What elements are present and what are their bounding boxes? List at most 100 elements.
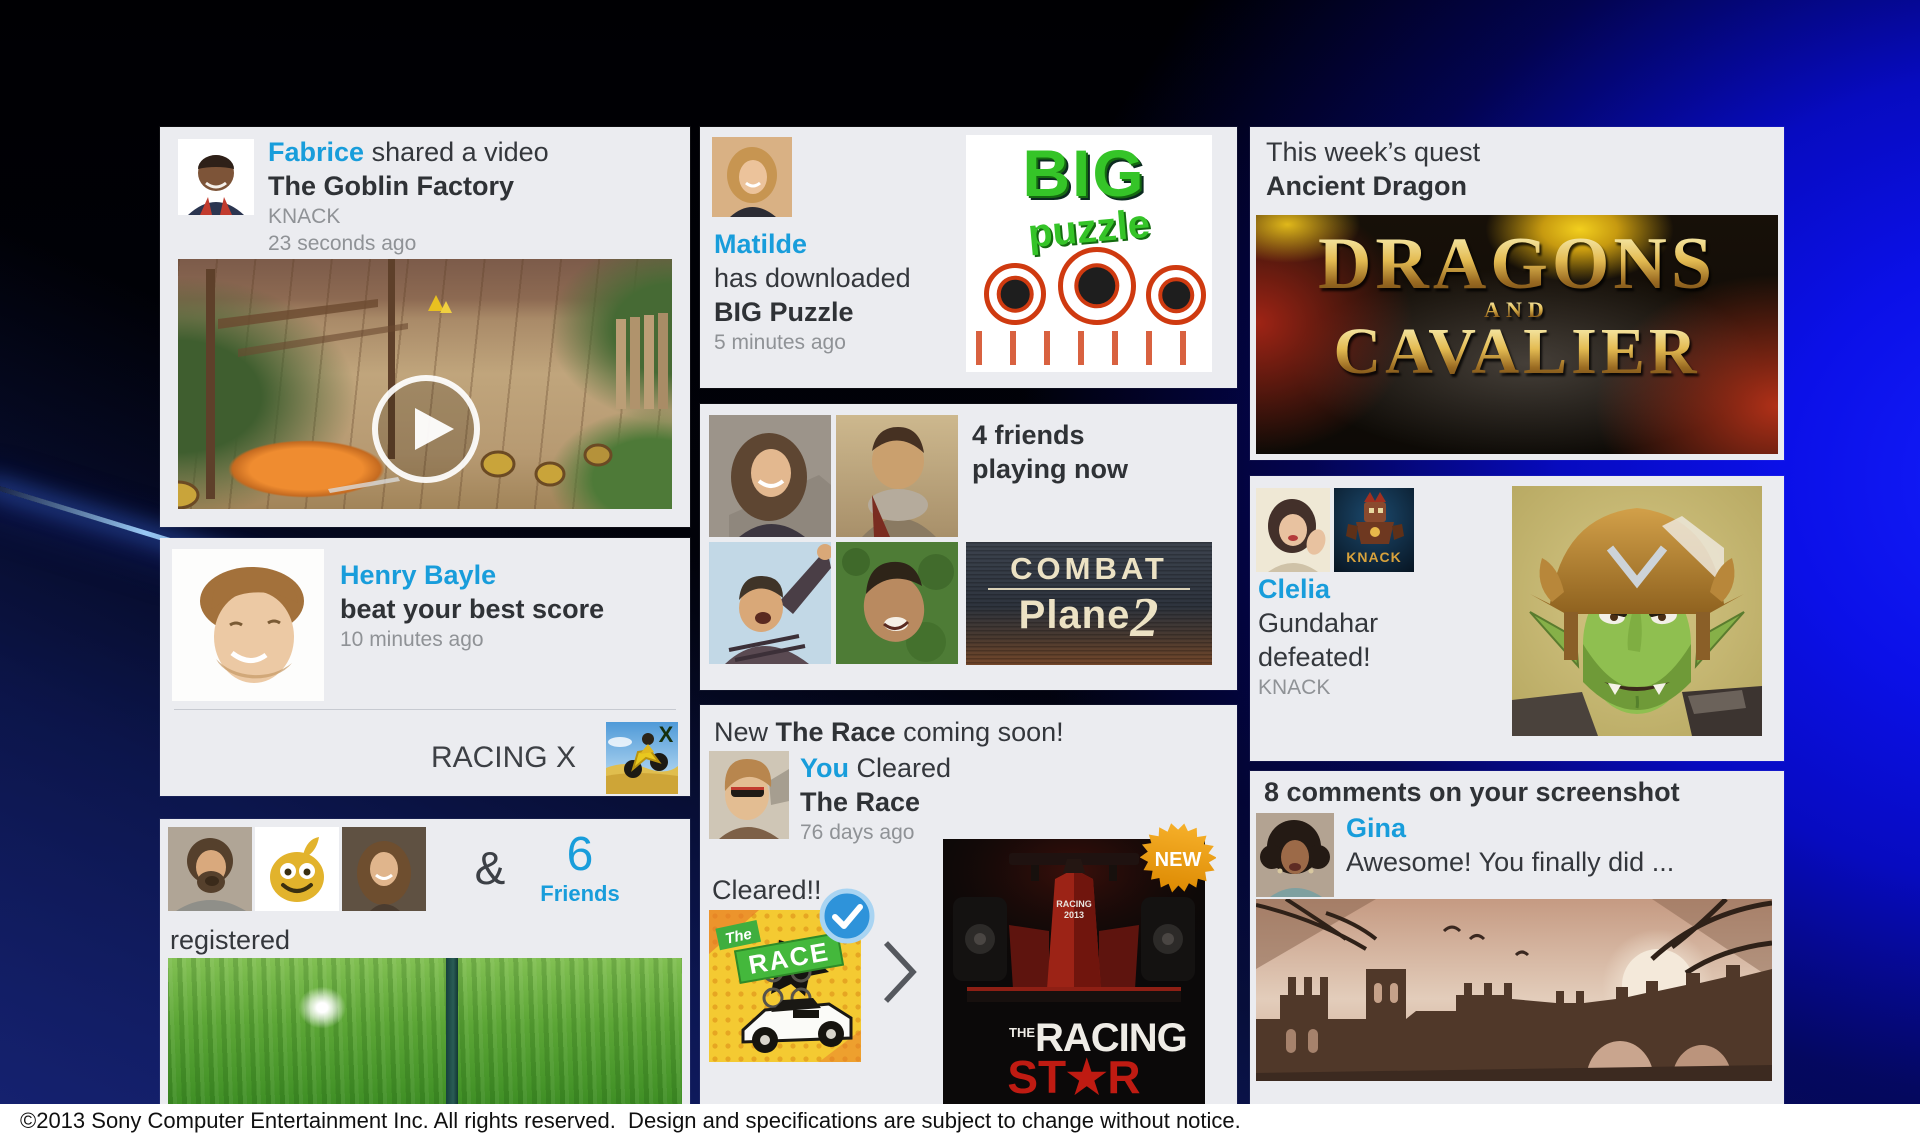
activity-card-screenshot-comments[interactable]: 8 comments on your screenshot Gina Aweso… <box>1250 771 1784 1104</box>
new-badge: NEW <box>1140 821 1216 897</box>
gina-comment: Awesome! You finally did ... <box>1346 845 1776 879</box>
clelia-game: KNACK <box>1258 674 1378 701</box>
flag-pole <box>446 958 458 1104</box>
new-badge-text: NEW <box>1155 849 1202 871</box>
activity-card-clelia-defeated[interactable]: KNACK Clelia Gundahar defeated! KNACK <box>1250 476 1784 761</box>
screenshot-castle-image <box>1256 899 1772 1081</box>
activity-card-friends-registered[interactable]: & 6 Friends registered <box>160 819 690 1104</box>
playing-avatar-grid <box>709 415 958 664</box>
henry-avatar <box>172 549 324 701</box>
combat-plane-2-logo: COMBAT Plane2 <box>966 542 1212 665</box>
fabrice-avatar <box>178 139 254 215</box>
poster-star: ST★R <box>1007 1051 1140 1103</box>
clelia-line2: defeated! <box>1258 640 1378 674</box>
race-game-title: The Race <box>800 785 951 819</box>
big-puzzle-art-line1: BIG <box>966 141 1202 205</box>
fabrice-game-name: KNACK <box>268 203 676 230</box>
playing-line2: playing now <box>972 452 1128 486</box>
gundahar-goblin-image <box>1512 486 1762 736</box>
race-player-name: You <box>800 753 849 783</box>
racing-x-icon-letter: X <box>659 722 674 747</box>
playing-line1: 4 friends <box>972 418 1128 452</box>
combat-logo-plane: Plane <box>1019 593 1131 637</box>
friends-action: registered <box>170 923 290 957</box>
race-cleared-text: Cleared!! <box>712 873 822 907</box>
robot-graphic <box>1146 265 1206 325</box>
race-cleared-line: You Cleared <box>800 751 951 785</box>
activity-card-matilde-download[interactable]: Matilde has downloaded BIG Puzzle 5 minu… <box>700 127 1237 388</box>
gina-name: Gina <box>1346 811 1776 845</box>
racing-x-row: RACING X X <box>160 720 678 796</box>
friend-avatar-woman <box>342 827 426 911</box>
fabrice-timestamp: 23 seconds ago <box>268 230 676 257</box>
knack-game-icon: KNACK <box>1334 488 1414 572</box>
matilde-avatar <box>712 137 792 217</box>
clelia-avatar <box>1256 488 1330 572</box>
ampersand-text: & <box>460 841 520 895</box>
friends-count-label: Friends <box>530 881 630 907</box>
henry-timestamp: 10 minutes ago <box>340 626 604 653</box>
dragons-art-line3: CAVALIER <box>1256 321 1778 383</box>
goblin-factory-video-thumbnail[interactable] <box>178 259 672 509</box>
activity-card-fabrice-video[interactable]: Fabrice shared a video The Goblin Factor… <box>160 127 690 527</box>
playing-avatar-grass-man <box>836 542 958 664</box>
poster-nose-year: 2013 <box>1064 910 1084 920</box>
race-headline: New The Race coming soon! <box>714 715 1064 749</box>
activity-card-weekly-quest[interactable]: This week’s quest Ancient Dragon DRAGONS… <box>1250 127 1784 460</box>
robot-graphic <box>1058 247 1136 325</box>
matilde-game-title: BIG Puzzle <box>714 295 911 329</box>
fabrice-video-title: The Goblin Factory <box>268 169 676 203</box>
racing-x-game-icon: X <box>606 722 678 794</box>
friend-avatar-bearded-man <box>168 827 252 911</box>
playing-avatar-adventurer <box>836 415 958 537</box>
big-puzzle-art: BIG puzzle <box>966 135 1212 372</box>
matilde-name: Matilde <box>714 227 911 261</box>
dragons-art-line1: DRAGONS <box>1256 229 1778 299</box>
poster-the: THE <box>1009 1025 1035 1040</box>
fabrice-name: Fabrice <box>268 137 364 167</box>
activity-card-the-race[interactable]: New The Race coming soon! You Cleared Th… <box>700 705 1237 1104</box>
gina-avatar <box>1256 813 1334 897</box>
henry-name: Henry Bayle <box>340 558 604 592</box>
friends-count: 6 <box>530 829 630 881</box>
henry-action: beat your best score <box>340 592 604 626</box>
race-headline-title: The Race <box>776 717 896 747</box>
combat-logo-line2: Plane2 <box>966 594 1212 639</box>
fabrice-action-line: Fabrice shared a video <box>268 135 676 169</box>
copyright-text: ©2013 Sony Computer Entertainment Inc. A… <box>0 1104 1920 1137</box>
racing-x-label: RACING X <box>431 741 576 775</box>
friends-count-block: 6 Friends <box>530 829 630 907</box>
activity-card-friends-playing[interactable]: 4 friends playing now COMBAT Plane2 <box>700 404 1237 690</box>
cleared-check-badge <box>818 887 876 945</box>
chevron-right-icon <box>882 939 918 1005</box>
matilde-timestamp: 5 minutes ago <box>714 329 911 356</box>
play-button[interactable] <box>370 373 482 485</box>
quest-line1: This week’s quest <box>1266 135 1480 169</box>
robot-legs-graphic <box>966 331 1212 365</box>
friend-avatar-mascot <box>255 827 339 911</box>
activity-card-henry-score[interactable]: Henry Bayle beat your best score 10 minu… <box>160 538 690 796</box>
matilde-action: has downloaded <box>714 261 911 295</box>
race-player-avatar <box>709 751 789 839</box>
dragons-and-cavalier-art: DRAGONS AND CAVALIER <box>1256 215 1778 454</box>
comments-headline: 8 comments on your screenshot <box>1264 775 1680 809</box>
clelia-line1: Gundahar <box>1258 606 1378 640</box>
knack-icon-label: KNACK <box>1346 549 1402 565</box>
playing-avatar-laughing-man <box>709 542 831 664</box>
combat-logo-number: 2 <box>1130 587 1159 649</box>
robot-graphic <box>984 263 1046 325</box>
playing-avatar-woman <box>709 415 831 537</box>
quest-line2: Ancient Dragon <box>1266 169 1480 203</box>
golf-game-screenshot <box>168 958 682 1104</box>
race-action: Cleared <box>849 753 951 783</box>
poster-nose-text: RACING <box>1056 899 1092 909</box>
combat-logo-line1: COMBAT <box>966 552 1212 586</box>
fabrice-action: shared a video <box>372 137 549 167</box>
card-divider <box>174 709 676 710</box>
race-headline-post: coming soon! <box>896 717 1064 747</box>
race-headline-pre: New <box>714 717 776 747</box>
combat-logo-rule <box>988 588 1190 590</box>
race-timestamp: 76 days ago <box>800 819 951 846</box>
friends-avatar-row <box>168 827 426 911</box>
clelia-name: Clelia <box>1258 572 1378 606</box>
